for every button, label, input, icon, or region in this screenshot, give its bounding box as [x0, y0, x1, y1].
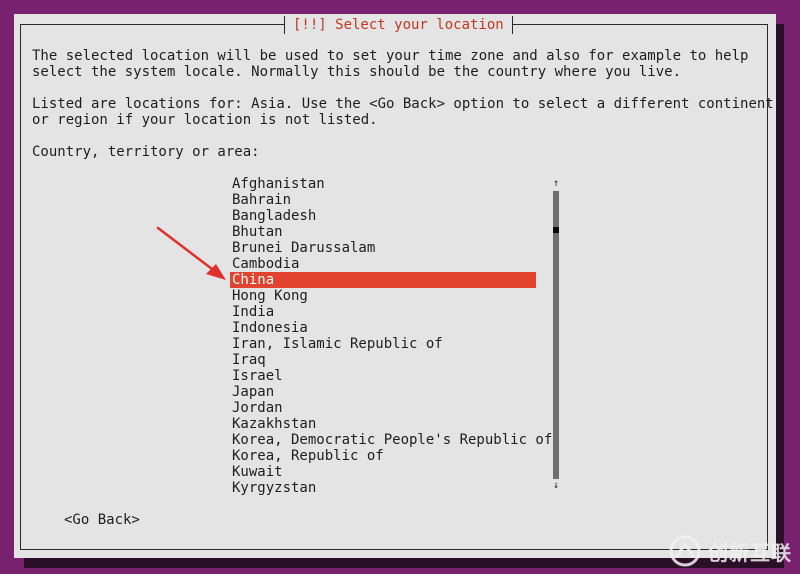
- country-item[interactable]: Japan: [230, 384, 536, 400]
- country-item[interactable]: Bhutan: [230, 224, 536, 240]
- description-line-1: The selected location will be used to se…: [32, 48, 749, 64]
- watermark: 创新互联: [668, 534, 792, 568]
- country-item[interactable]: Brunei Darussalam: [230, 240, 536, 256]
- country-item[interactable]: Hong Kong: [230, 288, 536, 304]
- dialog-title: [!!] Select your location: [284, 16, 513, 34]
- scroll-track[interactable]: [553, 191, 559, 479]
- country-item[interactable]: Cambodia: [230, 256, 536, 272]
- country-item[interactable]: Kuwait: [230, 464, 536, 480]
- watermark-text: 创新互联: [708, 540, 792, 565]
- country-item[interactable]: Iran, Islamic Republic of: [230, 336, 536, 352]
- country-item[interactable]: Afghanistan: [230, 176, 536, 192]
- instruction-line-2: or region if your location is not listed…: [32, 112, 378, 128]
- country-item[interactable]: Israel: [230, 368, 536, 384]
- country-item-selected[interactable]: China: [230, 272, 536, 288]
- annotation-arrow-icon: [156, 226, 226, 280]
- scroll-thumb[interactable]: [553, 227, 559, 233]
- country-item[interactable]: Korea, Democratic People's Republic of: [230, 432, 552, 448]
- country-prompt: Country, territory or area:: [32, 144, 260, 160]
- country-item[interactable]: Indonesia: [230, 320, 536, 336]
- installer-screen: [!!] Select your location The selected l…: [0, 0, 800, 574]
- scroll-up-icon[interactable]: ↑: [551, 179, 561, 189]
- arrow-shaft: [156, 226, 218, 274]
- country-item[interactable]: Korea, Republic of: [230, 448, 536, 464]
- country-item[interactable]: Bangladesh: [230, 208, 536, 224]
- country-item[interactable]: Bahrain: [230, 192, 536, 208]
- instruction-line-1: Listed are locations for: Asia. Use the …: [32, 96, 774, 112]
- country-item[interactable]: India: [230, 304, 536, 320]
- watermark-logo-icon: [669, 535, 701, 567]
- country-item[interactable]: Kazakhstan: [230, 416, 536, 432]
- country-list[interactable]: Afghanistan Bahrain Bangladesh Bhutan Br…: [230, 176, 552, 496]
- list-scrollbar[interactable]: ↑ ↓: [551, 179, 561, 491]
- country-item[interactable]: Jordan: [230, 400, 536, 416]
- country-item[interactable]: Iraq: [230, 352, 536, 368]
- country-item[interactable]: Kyrgyzstan: [230, 480, 536, 496]
- scroll-down-icon[interactable]: ↓: [551, 481, 561, 491]
- go-back-button[interactable]: <Go Back>: [64, 512, 140, 528]
- location-dialog: [!!] Select your location The selected l…: [14, 14, 776, 558]
- description-line-2: select the system locale. Normally this …: [32, 64, 682, 80]
